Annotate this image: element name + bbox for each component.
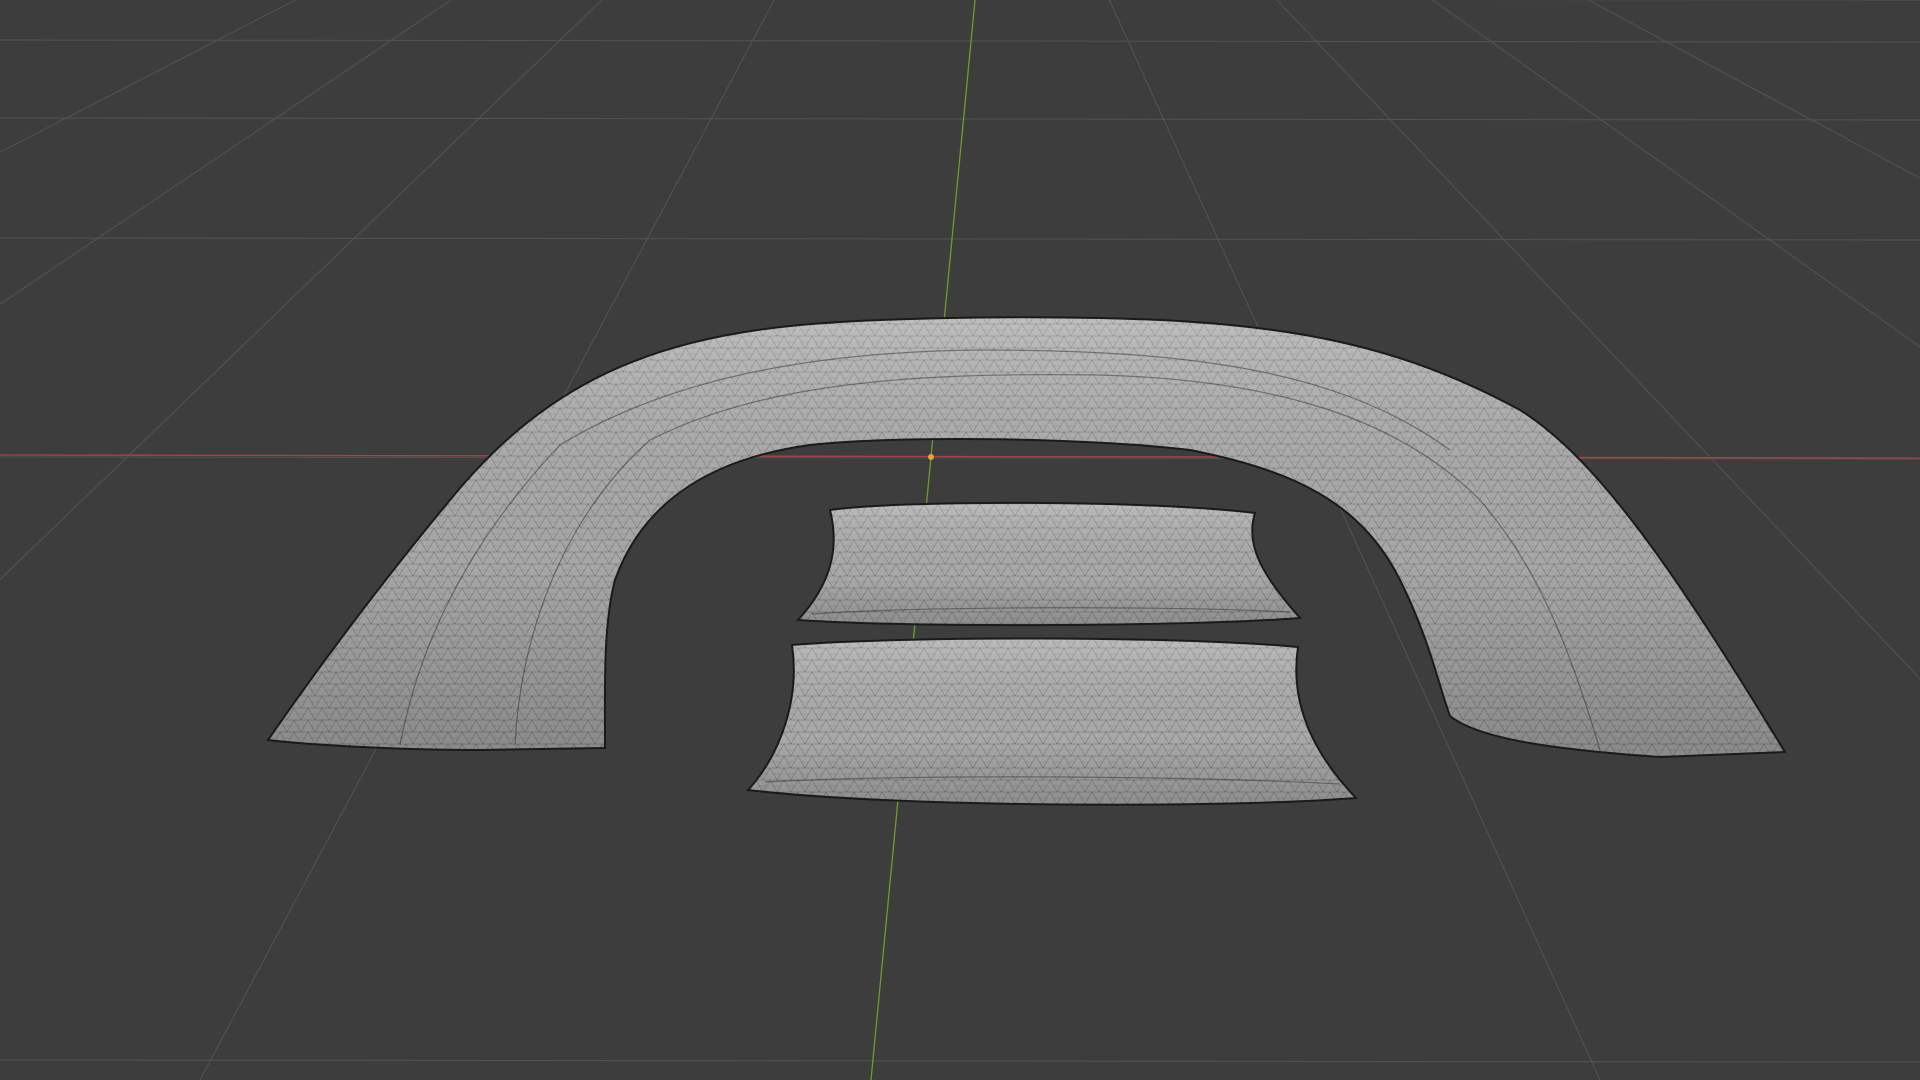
viewport-canvas[interactable] <box>0 0 1920 1080</box>
grid-line <box>0 117 1920 121</box>
3d-viewport[interactable] <box>0 0 1920 1080</box>
small-pillow[interactable] <box>795 501 1303 627</box>
origin-marker <box>928 454 934 460</box>
grid-line <box>0 1059 1920 1063</box>
large-pillow[interactable] <box>745 637 1359 806</box>
grid-line <box>0 39 1920 43</box>
grid-line <box>0 237 1920 241</box>
